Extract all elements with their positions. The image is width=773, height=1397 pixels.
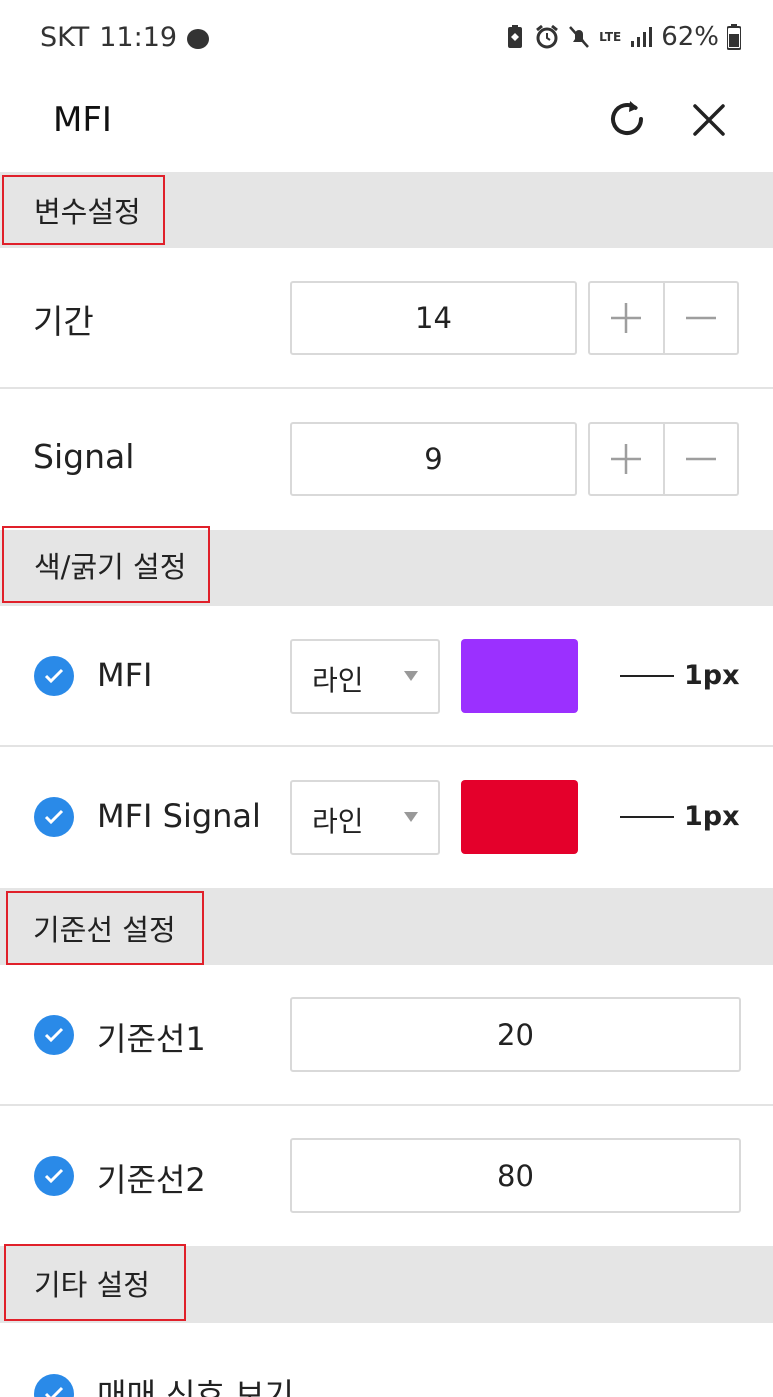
section-variables-label: 변수설정 [2,175,165,245]
mfi-style-select[interactable]: 라인 [290,639,440,714]
baseline1-input[interactable]: 20 [290,997,741,1072]
status-bar: SKT 11:19 LTE 62% [0,0,773,76]
check-icon [44,1027,64,1043]
mute-icon [569,26,590,48]
check-icon [44,1168,64,1184]
dialog-header: MFI [0,76,773,172]
period-increment-button[interactable] [590,283,663,353]
mfi-color-swatch[interactable] [461,639,578,713]
baseline2-checkbox[interactable] [34,1156,74,1196]
baseline2-label: 기준선2 [97,1161,206,1199]
line-sample-icon [620,815,674,818]
carrier-label: SKT [40,22,90,53]
mfi-signal-checkbox[interactable] [34,797,74,837]
line-sample-icon [620,674,674,677]
message-icon [187,28,210,49]
check-icon [44,809,64,825]
network-label: LTE [599,30,622,44]
page-title: MFI [53,100,112,140]
mfi-signal-thickness-value: 1px [684,801,740,832]
mfi-label: MFI [97,656,153,694]
refresh-icon [611,101,643,135]
mfi-thickness-select[interactable]: 1px [620,660,740,691]
divider [0,387,773,389]
signal-input[interactable]: 9 [290,422,577,496]
signal-stepper [588,422,739,496]
signal-increment-button[interactable] [590,424,663,494]
section-color-width-label: 색/굵기 설정 [2,526,210,603]
signal-label: Signal [33,437,135,476]
mfi-signal-thickness-select[interactable]: 1px [620,801,740,832]
signal-decrement-button[interactable] [662,424,738,494]
plus-icon [611,303,642,333]
minus-icon [685,316,716,320]
refresh-button[interactable] [603,95,651,143]
close-button[interactable] [686,97,732,143]
divider [0,1104,773,1106]
battery-saver-icon [508,25,523,48]
plus-icon [611,444,642,474]
mfi-checkbox[interactable] [34,656,74,696]
dropdown-arrow-icon [404,812,418,822]
dropdown-arrow-icon [404,671,418,681]
status-right: LTE 62% [503,22,741,52]
baseline1-checkbox[interactable] [34,1015,74,1055]
section-other-label: 기타 설정 [4,1244,186,1321]
mfi-signal-style-value: 라인 [312,805,364,838]
signal-view-label: 매매 신호 보기 [97,1376,294,1397]
clock: 11:19 [99,22,178,53]
alarm-icon [536,24,559,49]
close-icon [693,104,725,136]
signal-icon [631,27,653,47]
minus-icon [685,457,716,461]
period-label: 기간 [33,302,94,341]
battery-icon [727,24,741,50]
check-icon [44,668,64,684]
period-stepper [588,281,739,355]
divider [0,745,773,747]
mfi-style-value: 라인 [312,664,364,697]
section-baseline-label: 기준선 설정 [6,891,204,965]
mfi-signal-label: MFI Signal [97,797,261,835]
signal-view-checkbox[interactable] [34,1374,74,1397]
baseline1-label: 기준선1 [97,1020,206,1058]
check-icon [44,1386,64,1397]
status-left: SKT 11:19 [40,22,210,53]
mfi-signal-style-select[interactable]: 라인 [290,780,440,855]
period-input[interactable]: 14 [290,281,577,355]
period-decrement-button[interactable] [662,283,738,353]
baseline2-input[interactable]: 80 [290,1138,741,1213]
mfi-thickness-value: 1px [684,660,740,691]
battery-percent: 62% [661,22,719,52]
mfi-signal-color-swatch[interactable] [461,780,578,854]
